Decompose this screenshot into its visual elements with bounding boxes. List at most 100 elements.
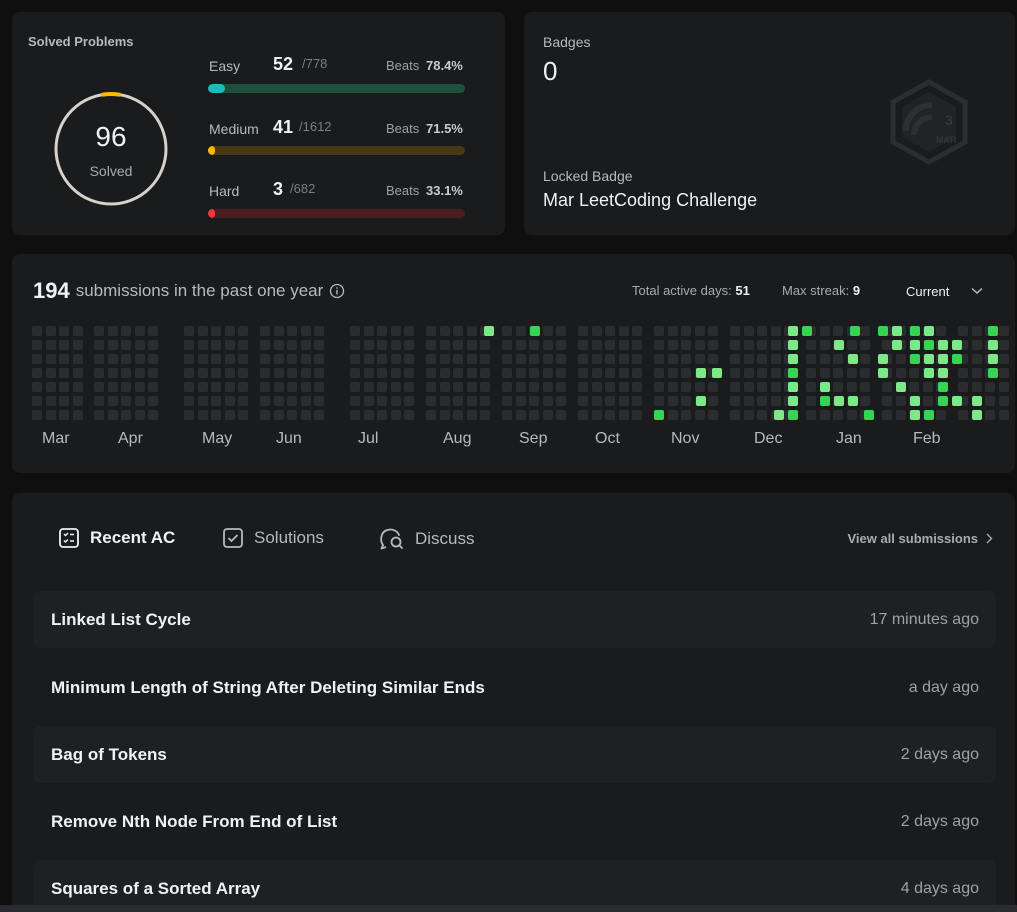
locked-badge-name[interactable]: Mar LeetCoding Challenge <box>543 190 757 211</box>
heatmap-cell[interactable] <box>694 354 705 364</box>
heatmap-cell-active[interactable] <box>864 410 874 420</box>
heatmap-cell[interactable] <box>605 382 616 392</box>
heatmap-cell[interactable] <box>819 368 830 378</box>
heatmap-cell[interactable] <box>922 382 933 392</box>
heatmap-cell-active[interactable] <box>924 410 934 420</box>
heatmap-cell[interactable] <box>197 340 208 350</box>
heatmap-cell[interactable] <box>59 382 70 392</box>
heatmap-cell[interactable] <box>998 340 1009 350</box>
heatmap-cell[interactable] <box>542 354 553 364</box>
heatmap-cell[interactable] <box>556 410 567 420</box>
heatmap-cell[interactable] <box>59 340 70 350</box>
heatmap-cell[interactable] <box>45 340 56 350</box>
heatmap-cell[interactable] <box>480 368 491 378</box>
heatmap-cell[interactable] <box>757 326 768 336</box>
heatmap-cell[interactable] <box>529 382 540 392</box>
heatmap-cell[interactable] <box>238 382 249 392</box>
heatmap-cell[interactable] <box>134 396 145 406</box>
heatmap-cell[interactable] <box>895 410 906 420</box>
heatmap-cell[interactable] <box>94 326 104 336</box>
heatmap-cell[interactable] <box>107 340 118 350</box>
heatmap-cell[interactable] <box>556 354 567 364</box>
heatmap-cell[interactable] <box>211 382 222 392</box>
heatmap-cell[interactable] <box>287 340 298 350</box>
heatmap-cell[interactable] <box>404 410 415 420</box>
heatmap-cell-active[interactable] <box>924 340 934 350</box>
heatmap-cell[interactable] <box>197 396 208 406</box>
heatmap-cell[interactable] <box>694 326 705 336</box>
heatmap-cell[interactable] <box>134 368 145 378</box>
heatmap-cell[interactable] <box>694 340 705 350</box>
heatmap-cell-active[interactable] <box>988 340 998 350</box>
heatmap-cell[interactable] <box>757 354 768 364</box>
heatmap-cell[interactable] <box>529 354 540 364</box>
heatmap-cell[interactable] <box>148 396 159 406</box>
heatmap-cell[interactable] <box>681 354 692 364</box>
heatmap-cell[interactable] <box>654 340 664 350</box>
heatmap-cell[interactable] <box>350 354 360 364</box>
heatmap-cell[interactable] <box>287 326 298 336</box>
heatmap-cell[interactable] <box>860 382 871 392</box>
heatmap-cell[interactable] <box>667 396 678 406</box>
heatmap-cell-active[interactable] <box>696 368 706 378</box>
heatmap-cell[interactable] <box>743 354 754 364</box>
heatmap-cell[interactable] <box>860 354 871 364</box>
heatmap-cell[interactable] <box>300 326 311 336</box>
heatmap-cell[interactable] <box>882 396 892 406</box>
heatmap-cell-active[interactable] <box>654 410 664 420</box>
heatmap-cell[interactable] <box>238 354 249 364</box>
heatmap-cell[interactable] <box>806 396 816 406</box>
heatmap-cell[interactable] <box>909 368 920 378</box>
submission-title[interactable]: Minimum Length of String After Deleting … <box>51 678 485 698</box>
heatmap-cell[interactable] <box>32 396 42 406</box>
heatmap-cell[interactable] <box>314 382 325 392</box>
heatmap-cell[interactable] <box>314 368 325 378</box>
heatmap-cell[interactable] <box>45 382 56 392</box>
heatmap-cell[interactable] <box>480 396 491 406</box>
heatmap-cell[interactable] <box>404 354 415 364</box>
heatmap-cell[interactable] <box>287 368 298 378</box>
heatmap-cell[interactable] <box>377 340 388 350</box>
heatmap-cell[interactable] <box>45 368 56 378</box>
heatmap-cell[interactable] <box>895 368 906 378</box>
heatmap-cell[interactable] <box>985 396 996 406</box>
heatmap-cell[interactable] <box>654 396 664 406</box>
heatmap-cell-active[interactable] <box>788 410 798 420</box>
heatmap-cell[interactable] <box>426 326 436 336</box>
heatmap-cell[interactable] <box>134 354 145 364</box>
heatmap-cell-active[interactable] <box>910 354 920 364</box>
heatmap-cell[interactable] <box>654 382 664 392</box>
heatmap-cell[interactable] <box>556 368 567 378</box>
heatmap-cell[interactable] <box>377 382 388 392</box>
heatmap-cell[interactable] <box>184 368 194 378</box>
heatmap-cell[interactable] <box>605 410 616 420</box>
heatmap-cell[interactable] <box>197 368 208 378</box>
heatmap-cell[interactable] <box>819 354 830 364</box>
heatmap-cell[interactable] <box>770 396 781 406</box>
heatmap-cell[interactable] <box>94 382 104 392</box>
heatmap-cell[interactable] <box>453 354 464 364</box>
heatmap-cell[interactable] <box>681 340 692 350</box>
heatmap-cell[interactable] <box>273 396 284 406</box>
heatmap-cell[interactable] <box>404 396 415 406</box>
heatmap-cell[interactable] <box>466 340 477 350</box>
heatmap-cell[interactable] <box>770 340 781 350</box>
submission-row[interactable]: Linked List Cycle 17 minutes ago <box>34 591 996 648</box>
heatmap-cell[interactable] <box>667 326 678 336</box>
heatmap-cell[interactable] <box>502 410 512 420</box>
heatmap-cell-active[interactable] <box>938 340 948 350</box>
heatmap-cell-active[interactable] <box>834 396 844 406</box>
heatmap-cell-active[interactable] <box>988 326 998 336</box>
heatmap-cell[interactable] <box>895 396 906 406</box>
heatmap-cell[interactable] <box>819 326 830 336</box>
heatmap-cell-active[interactable] <box>848 396 858 406</box>
heatmap-cell[interactable] <box>515 382 526 392</box>
heatmap-cell[interactable] <box>404 382 415 392</box>
heatmap-cell[interactable] <box>958 410 968 420</box>
heatmap-cell-active[interactable] <box>788 340 798 350</box>
heatmap-cell[interactable] <box>860 396 871 406</box>
heatmap-cell[interactable] <box>605 396 616 406</box>
heatmap-cell[interactable] <box>605 368 616 378</box>
heatmap-cell[interactable] <box>439 354 450 364</box>
heatmap-cell[interactable] <box>708 382 719 392</box>
